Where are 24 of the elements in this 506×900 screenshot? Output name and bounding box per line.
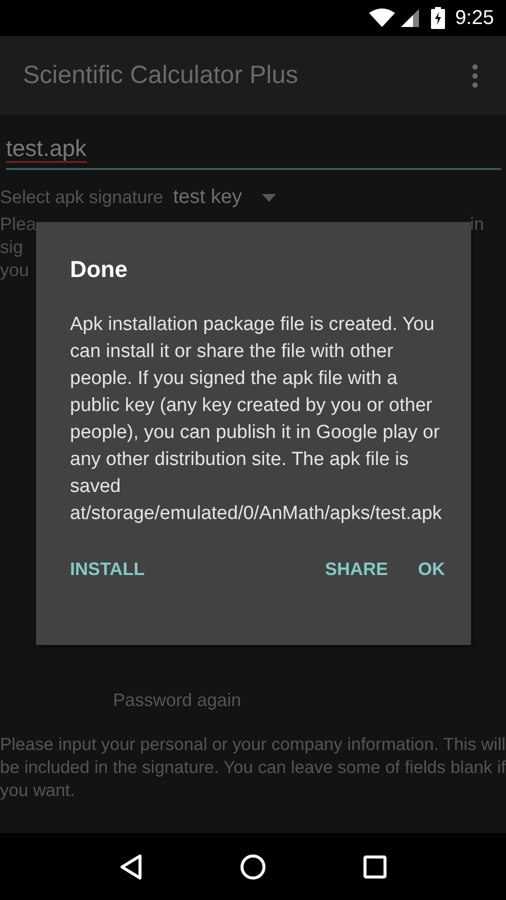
overflow-menu-icon[interactable]: [472, 64, 478, 88]
dialog-message: Apk installation package file is created. You can install it or share the file with other people. If you signed the apk file with a public key (any key created by you or other people), you can publish it in Google play or any other distribution site. The apk file is saved at/storage/emulated/0/AnMath/apks/test.apk: [70, 313, 443, 526]
hint-text-fragment: Plea: [0, 213, 36, 236]
app-title: Scientific Calculator Plus: [23, 61, 298, 90]
back-icon[interactable]: [118, 854, 143, 880]
signature-label: Select apk signature: [0, 187, 164, 208]
hint-text-fragment: you: [0, 259, 30, 282]
dialog-button[interactable]: INSTALL: [70, 555, 145, 584]
home-icon[interactable]: [240, 854, 266, 880]
hint-text-fragment: in: [470, 213, 484, 236]
dropdown-caret-icon: [262, 194, 276, 202]
recents-icon[interactable]: [363, 854, 388, 878]
hint-text-fragment: sig: [0, 236, 24, 259]
wifi-icon: [369, 8, 396, 28]
status-time: 9:25: [455, 6, 494, 30]
dialog-button[interactable]: SHARE: [324, 555, 388, 584]
dialog-title: Done: [70, 256, 128, 283]
file-name-field[interactable]: test.apk: [6, 125, 501, 170]
signal-icon: [401, 9, 420, 27]
signature-dropdown[interactable]: test key: [173, 186, 276, 209]
battery-icon: [431, 7, 446, 29]
info-text: Please input your personal or your company information. This will be included in the signature. You can leave some of fields blank if you want.: [0, 733, 506, 802]
password-again-label: Password again: [113, 690, 242, 711]
dialog-button[interactable]: OK: [418, 555, 445, 584]
